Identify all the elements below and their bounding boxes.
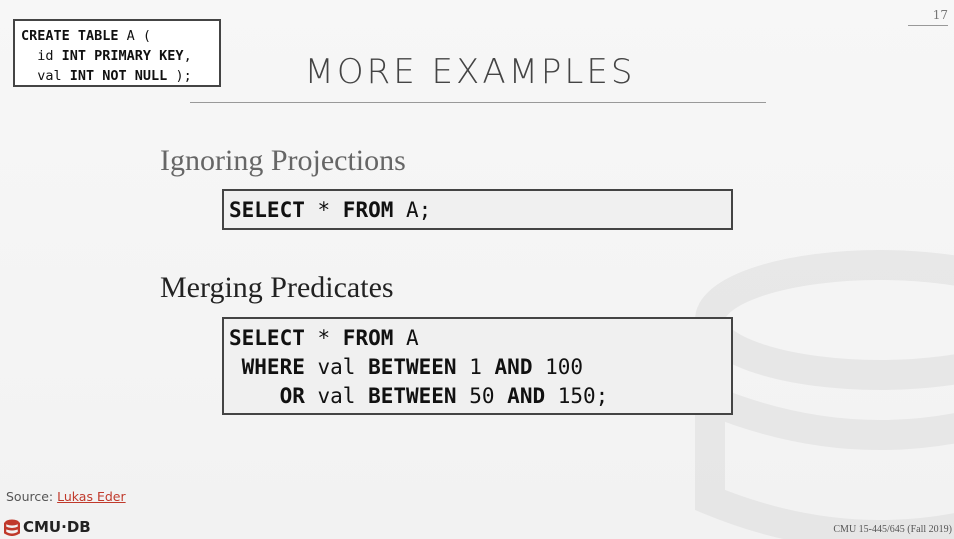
- code-text: *: [304, 326, 343, 350]
- code-keyword: SELECT: [229, 198, 305, 222]
- source-prefix: Source:: [6, 489, 58, 504]
- code-text: ,: [183, 48, 192, 64]
- code-keyword: SELECT: [229, 326, 305, 350]
- code-keyword: INT PRIMARY KEY: [61, 48, 184, 64]
- code-text: A;: [393, 198, 432, 222]
- code-keyword: CREATE TABLE: [21, 28, 119, 44]
- code-text: );: [167, 68, 192, 84]
- source-link[interactable]: Lukas Eder: [57, 489, 126, 504]
- title-divider: [190, 102, 766, 103]
- logo-text: CMU·DB: [23, 518, 91, 536]
- code-keyword: BETWEEN: [368, 384, 457, 408]
- code-keyword: OR: [229, 384, 305, 408]
- code-text: val: [304, 384, 369, 408]
- code-keyword: INT NOT NULL: [69, 68, 168, 84]
- section-heading-projections: Ignoring Projections: [160, 144, 406, 177]
- course-footer: CMU 15-445/645 (Fall 2019): [833, 524, 952, 535]
- source-citation: Source: Lukas Eder: [6, 489, 126, 504]
- code-keyword: BETWEEN: [368, 355, 457, 379]
- code-block-predicates: SELECT * FROM A WHERE val BETWEEN 1 AND …: [222, 317, 733, 415]
- page-number: 17: [908, 8, 948, 26]
- code-block-projections: SELECT * FROM A;: [222, 189, 733, 230]
- code-text: A (: [118, 28, 152, 44]
- schema-definition-box: CREATE TABLE A ( id INT PRIMARY KEY, val…: [13, 19, 221, 87]
- code-text: 100: [532, 355, 584, 379]
- code-keyword: AND: [494, 355, 533, 379]
- code-text: 1: [456, 355, 495, 379]
- code-text: *: [304, 198, 343, 222]
- cmu-db-logo: CMU·DB: [4, 517, 91, 537]
- code-keyword: AND: [507, 384, 546, 408]
- code-text: 150;: [545, 384, 609, 408]
- slide: 17 CREATE TABLE A ( id INT PRIMARY KEY, …: [0, 0, 954, 539]
- database-logo-icon: [4, 519, 20, 536]
- code-keyword: WHERE: [229, 355, 305, 379]
- code-text: val: [21, 68, 70, 84]
- slide-title: MORE EXAMPLES: [304, 52, 636, 92]
- code-text: val: [304, 355, 369, 379]
- code-text: A: [393, 326, 419, 350]
- code-keyword: FROM: [342, 198, 394, 222]
- code-keyword: FROM: [342, 326, 394, 350]
- section-heading-predicates: Merging Predicates: [160, 271, 394, 304]
- code-text: id: [21, 48, 62, 64]
- code-text: 50: [456, 384, 508, 408]
